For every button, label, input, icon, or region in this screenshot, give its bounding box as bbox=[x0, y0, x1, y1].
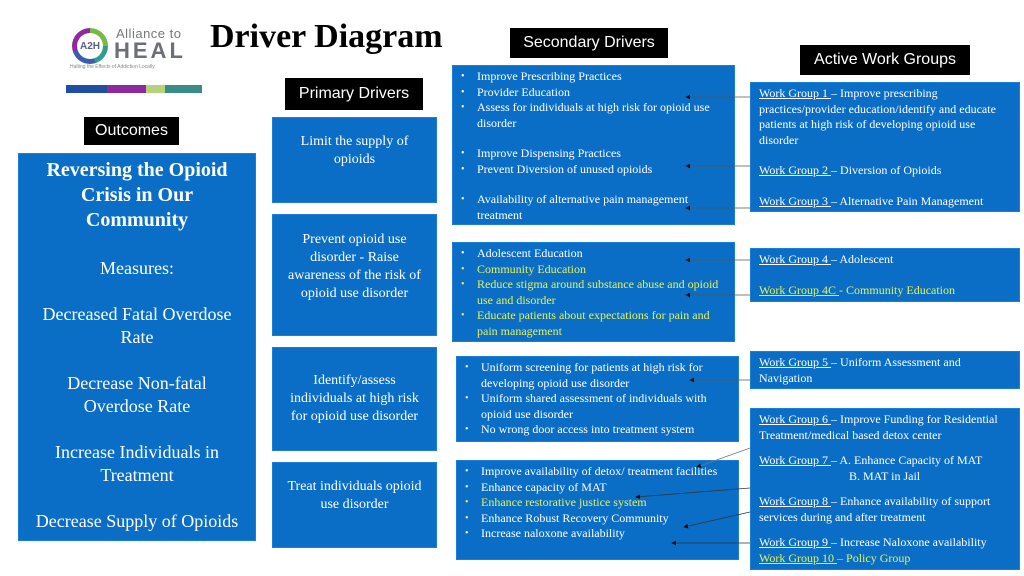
primary-driver-text: Identify/assess individuals at high risk… bbox=[290, 373, 419, 424]
work-group-link[interactable]: Work Group 3 bbox=[759, 194, 831, 208]
primary-drivers-header: Primary Drivers bbox=[285, 78, 423, 110]
work-group-box: Work Group 4 – Adolescent Work Group 4C … bbox=[750, 248, 1020, 302]
secondary-driver-item: Educate patients about expectations for … bbox=[459, 308, 730, 339]
logo-color-bar bbox=[66, 85, 202, 93]
measure-item: Decreased Fatal Overdose Rate bbox=[42, 304, 232, 347]
alliance-to-heal-logo: A2H Alliance to HEAL Halting the Effects… bbox=[70, 24, 205, 70]
work-group-box: Work Group 1 – Improve prescribing pract… bbox=[750, 82, 1020, 212]
secondary-driver-item: Increase naloxone availability bbox=[463, 526, 734, 542]
work-group-desc: – Increase Naloxone availability bbox=[831, 535, 987, 549]
secondary-driver-item: Availability of alternative pain managem… bbox=[459, 192, 730, 223]
work-group-entry: Work Group 10 – Policy Group bbox=[759, 551, 1011, 567]
measure-item: Increase Individuals in Treatment bbox=[55, 442, 219, 485]
work-group-entry: Work Group 2 – Diversion of Opioids bbox=[759, 163, 1011, 179]
secondary-driver-item: Uniform screening for patients at high r… bbox=[463, 360, 734, 391]
work-group-link[interactable]: Work Group 10 bbox=[759, 551, 837, 565]
secondary-driver-box: Uniform screening for patients at high r… bbox=[456, 356, 739, 442]
primary-driver-box: Limit the supply of opioids bbox=[272, 117, 437, 203]
work-group-desc: – Diversion of Opioids bbox=[831, 163, 942, 177]
color-bar-segment bbox=[146, 85, 166, 93]
work-groups-header: Active Work Groups bbox=[800, 45, 970, 75]
secondary-drivers-header: Secondary Drivers bbox=[510, 28, 668, 58]
work-group-desc: – Alternative Pain Management bbox=[831, 193, 984, 208]
work-group-entry: Work Group 9 – Increase Naloxone availab… bbox=[759, 535, 1011, 551]
work-group-link[interactable]: Work Group 2 bbox=[759, 163, 831, 177]
work-group-link[interactable]: Work Group 4 bbox=[759, 252, 831, 266]
work-group-desc: – A. Enhance Capacity of MAT bbox=[831, 453, 983, 467]
work-group-link[interactable]: Work Group 9 bbox=[759, 535, 831, 549]
measures-label: Measures: bbox=[100, 258, 174, 278]
color-bar-segment bbox=[66, 85, 107, 93]
secondary-driver-box: Improve availability of detox/ treatment… bbox=[456, 460, 739, 560]
work-group-box: Work Group 6 – Improve Funding for Resid… bbox=[750, 408, 1020, 570]
secondary-driver-item: Enhance restorative justice system bbox=[463, 495, 734, 511]
primary-driver-text: Prevent opioid use disorder - Raise awar… bbox=[288, 232, 421, 301]
secondary-driver-item: Enhance capacity of MAT bbox=[463, 480, 734, 496]
logo-tagline: Halting the Effects of Addiction Locally bbox=[70, 64, 155, 70]
work-group-link[interactable]: Work Group 6 bbox=[759, 412, 831, 426]
work-group-entry: Work Group 4 – Adolescent bbox=[759, 252, 1011, 268]
measure-item: Decrease Supply of Opioids bbox=[35, 511, 239, 531]
work-group-link[interactable]: Work Group 8 bbox=[759, 494, 831, 508]
work-group-link[interactable]: Work Group 1 bbox=[759, 86, 831, 100]
work-group-desc: - Community Education bbox=[839, 282, 956, 297]
page-title: Driver Diagram bbox=[210, 18, 443, 55]
secondary-driver-item: Community Education bbox=[459, 262, 730, 278]
logo-ring-icon: A2H bbox=[72, 28, 108, 64]
secondary-driver-item: Uniform shared assessment of individuals… bbox=[463, 391, 734, 422]
secondary-driver-box: Improve Prescribing Practices Provider E… bbox=[452, 65, 735, 225]
work-group-entry: Work Group 8 – Enhance availability of s… bbox=[759, 494, 1011, 525]
work-group-desc: – Policy Group bbox=[837, 550, 911, 565]
secondary-driver-item: Assess for individuals at high risk for … bbox=[459, 100, 730, 131]
work-group-entry: Work Group 6 – Improve Funding for Resid… bbox=[759, 412, 1011, 443]
work-group-desc: – Adolescent bbox=[831, 252, 894, 266]
work-group-link[interactable]: Work Group 4C bbox=[759, 283, 839, 297]
secondary-driver-item: Adolescent Education bbox=[459, 246, 730, 262]
outcomes-header: Outcomes bbox=[84, 117, 179, 145]
primary-driver-text: Treat individuals opioid use disorder bbox=[287, 479, 422, 512]
secondary-driver-item: No wrong door access into treatment syst… bbox=[463, 422, 734, 438]
secondary-driver-item: Reduce stigma around substance abuse and… bbox=[459, 277, 730, 308]
secondary-driver-item: Improve availability of detox/ treatment… bbox=[463, 464, 734, 480]
work-group-entry: Work Group 1 – Improve prescribing pract… bbox=[759, 86, 1011, 148]
primary-driver-box: Prevent opioid use disorder - Raise awar… bbox=[272, 214, 437, 336]
logo-line2: HEAL bbox=[114, 38, 186, 63]
primary-driver-box: Identify/assess individuals at high risk… bbox=[272, 347, 437, 451]
secondary-driver-item: Provider Education bbox=[459, 85, 730, 101]
outcome-box: Reversing the Opioid Crisis in Our Commu… bbox=[18, 153, 256, 541]
work-group-link[interactable]: Work Group 5 bbox=[759, 355, 831, 369]
work-group-link[interactable]: Work Group 7 bbox=[759, 453, 831, 467]
secondary-driver-box: Adolescent Education Community Education… bbox=[452, 242, 735, 342]
outcome-title: Reversing the Opioid Crisis in Our Commu… bbox=[46, 159, 228, 231]
color-bar-segment bbox=[165, 85, 202, 93]
secondary-driver-item: Prevent Diversion of unused opioids bbox=[459, 162, 730, 178]
secondary-driver-item: Enhance Robust Recovery Community bbox=[463, 511, 734, 527]
secondary-driver-item: Improve Prescribing Practices bbox=[459, 69, 730, 85]
color-bar-segment bbox=[106, 85, 147, 93]
primary-driver-text: Limit the supply of opioids bbox=[300, 134, 409, 167]
logo-badge: A2H bbox=[79, 40, 100, 52]
work-group-entry: Work Group 4C - Community Education bbox=[759, 283, 1011, 299]
secondary-driver-item: Improve Dispensing Practices bbox=[459, 146, 730, 162]
primary-driver-box: Treat individuals opioid use disorder bbox=[272, 462, 437, 548]
work-group-box: Work Group 5 – Uniform Assessment and Na… bbox=[750, 351, 1020, 389]
measure-item: Decrease Non-fatal Overdose Rate bbox=[67, 373, 207, 416]
work-group-entry: Work Group 3 – Alternative Pain Manageme… bbox=[759, 194, 1011, 210]
work-group-entry: Work Group 5 – Uniform Assessment and Na… bbox=[759, 355, 1011, 386]
work-group-desc-cont: B. MAT in Jail bbox=[849, 468, 921, 483]
work-group-entry: Work Group 7 – A. Enhance Capacity of MA… bbox=[759, 453, 1011, 469]
